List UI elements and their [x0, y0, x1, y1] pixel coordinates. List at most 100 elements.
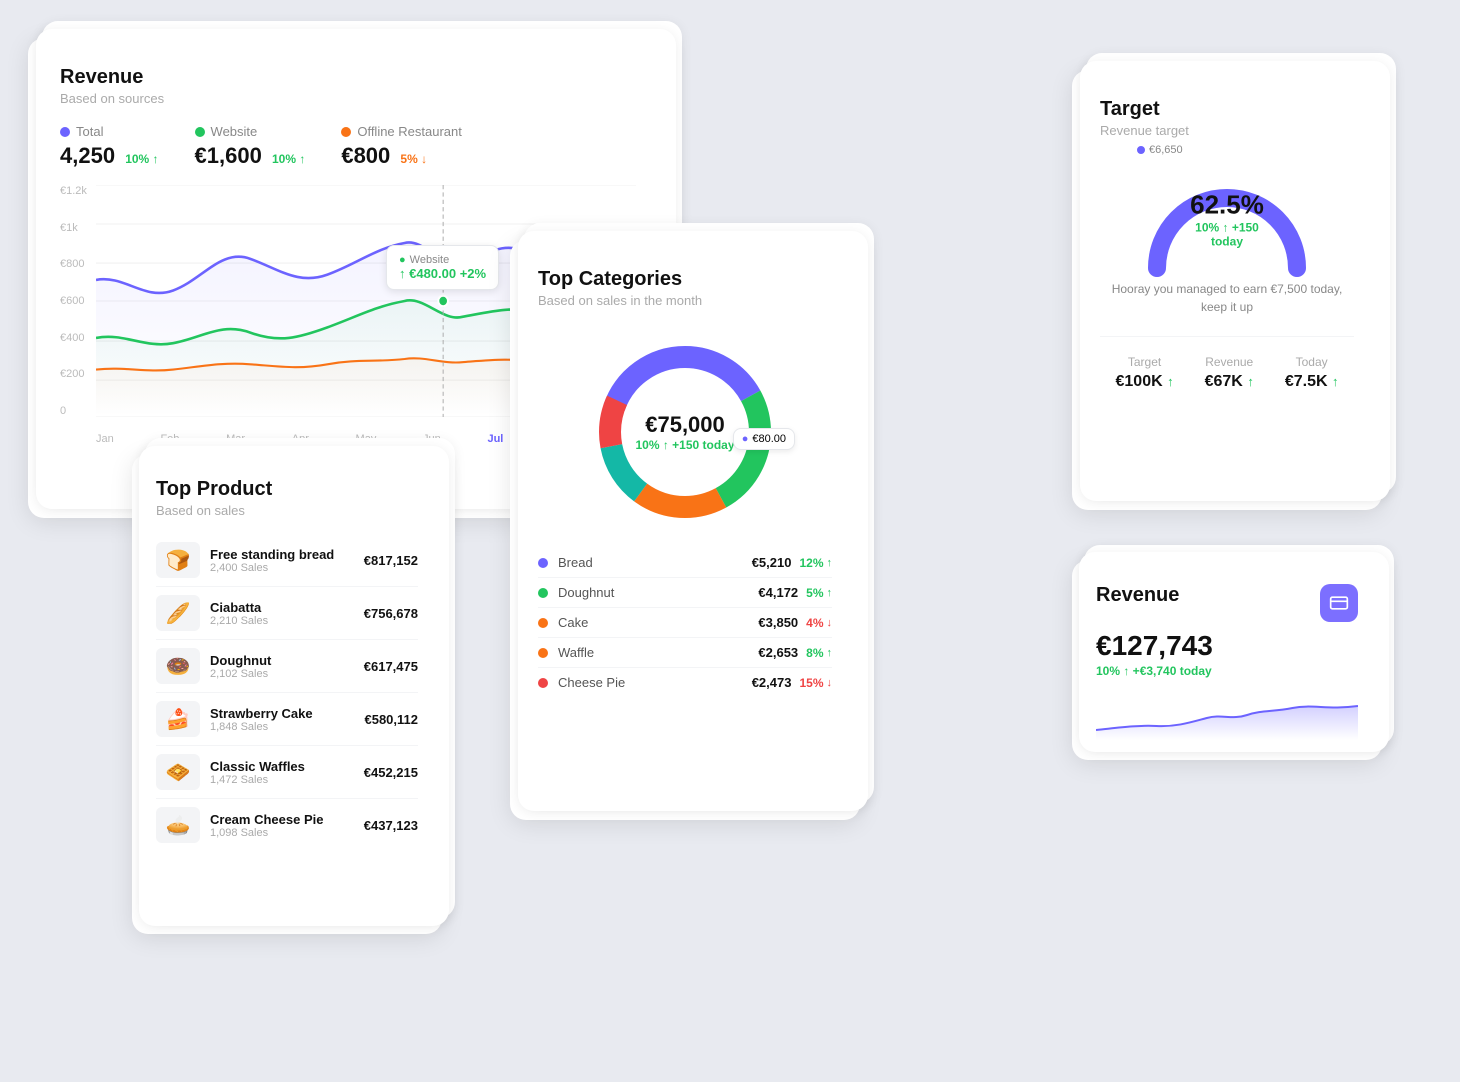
categories-subtitle: Based on sales in the month	[538, 293, 832, 308]
gauge-chart: €6,650 62.5% 10% ↑ +150 today	[1137, 158, 1317, 268]
donut-sub: 10% ↑ +150 today	[635, 438, 734, 452]
gauge-sub: 10% ↑ +150 today	[1182, 220, 1272, 248]
donut-label-bubble: ● €80.00	[733, 428, 795, 450]
product-name: Classic Waffles	[210, 759, 354, 774]
category-dot	[538, 648, 548, 658]
category-arrow: ↑	[827, 647, 833, 659]
category-pct: 15%	[799, 676, 823, 690]
tooltip-label: Website	[410, 254, 450, 266]
revenue-small-card: Revenue €127,743 10% ↑ +€3,740 today	[1072, 560, 1382, 760]
product-subtitle: Based on sales	[156, 503, 418, 518]
product-list: 🍞 Free standing bread 2,400 Sales €817,1…	[156, 534, 418, 851]
product-price: €817,152	[364, 553, 418, 568]
category-value: €2,473	[752, 675, 792, 690]
category-dot	[538, 588, 548, 598]
category-arrow: ↓	[827, 677, 833, 689]
product-name: Free standing bread	[210, 547, 354, 562]
category-pct: 4%	[806, 616, 823, 630]
gauge-dot	[1137, 146, 1145, 154]
metric-website: Website €1,600 10% ↑	[195, 124, 306, 169]
category-list-item: Cake €3,850 4% ↓	[538, 608, 832, 638]
category-list-item: Doughnut €4,172 5% ↑	[538, 578, 832, 608]
product-list-item: 🍰 Strawberry Cake 1,848 Sales €580,112	[156, 693, 418, 746]
category-arrow: ↓	[827, 617, 833, 629]
product-list-item: 🧇 Classic Waffles 1,472 Sales €452,215	[156, 746, 418, 799]
product-price: €437,123	[364, 818, 418, 833]
product-sales: 2,102 Sales	[210, 668, 354, 680]
category-dot	[538, 558, 548, 568]
total-label: Total	[76, 124, 103, 139]
category-name: Cheese Pie	[558, 675, 752, 690]
category-name: Cake	[558, 615, 758, 630]
revenue-metrics: Total 4,250 10% ↑ Website €1,600 10% ↑ O…	[60, 124, 636, 169]
product-name: Strawberry Cake	[210, 706, 354, 721]
category-arrow: ↑	[827, 587, 833, 599]
website-dot	[195, 127, 205, 137]
website-label: Website	[211, 124, 258, 139]
product-info: Doughnut 2,102 Sales	[210, 653, 354, 680]
category-name: Waffle	[558, 645, 758, 660]
category-pct: 12%	[799, 556, 823, 570]
product-thumb: 🧇	[156, 754, 200, 790]
product-name: Ciabatta	[210, 600, 354, 615]
product-info: Free standing bread 2,400 Sales	[210, 547, 354, 574]
product-thumb: 🍩	[156, 648, 200, 684]
chart-tooltip: ● Website ↑ €480.00 +2%	[386, 245, 499, 290]
product-price: €452,215	[364, 765, 418, 780]
product-title: Top Product	[156, 478, 418, 501]
target-metric-revenue: Revenue €67K ↑	[1205, 355, 1254, 391]
product-sales: 2,210 Sales	[210, 615, 354, 627]
website-badge: 10% ↑	[272, 152, 305, 166]
category-arrow: ↑	[827, 557, 833, 569]
category-name: Doughnut	[558, 585, 758, 600]
product-sales: 1,848 Sales	[210, 721, 354, 733]
target-subtitle: Revenue target	[1100, 123, 1354, 138]
target-metric-today: Today €7.5K ↑	[1285, 355, 1339, 391]
category-value: €5,210	[752, 555, 792, 570]
metric-total: Total 4,250 10% ↑	[60, 124, 159, 169]
donut-value: €75,000	[635, 412, 734, 438]
product-sales: 1,098 Sales	[210, 827, 354, 839]
product-list-item: 🍞 Free standing bread 2,400 Sales €817,1…	[156, 534, 418, 587]
small-card-header: Revenue	[1096, 584, 1358, 622]
offline-dot	[341, 127, 351, 137]
product-list-item: 🍩 Doughnut 2,102 Sales €617,475	[156, 640, 418, 693]
metric-offline: Offline Restaurant €800 5% ↓	[341, 124, 462, 169]
website-value: €1,600	[195, 143, 262, 168]
category-pct: 8%	[806, 646, 823, 660]
gauge-label: €6,650	[1149, 144, 1183, 156]
total-value: 4,250	[60, 143, 115, 168]
donut-label: €80.00	[752, 433, 786, 445]
product-price: €617,475	[364, 659, 418, 674]
chart-y-labels: €1.2k €1k €800 €600 €400 €200 0	[60, 185, 87, 417]
small-revenue-title: Revenue	[1096, 584, 1179, 607]
category-list-item: Cheese Pie €2,473 15% ↓	[538, 668, 832, 697]
product-name: Cream Cheese Pie	[210, 812, 354, 827]
product-info: Strawberry Cake 1,848 Sales	[210, 706, 354, 733]
category-dot	[538, 678, 548, 688]
donut-chart: €75,000 10% ↑ +150 today ● €80.00	[585, 332, 785, 532]
offline-label: Offline Restaurant	[357, 124, 462, 139]
product-name: Doughnut	[210, 653, 354, 668]
product-info: Cream Cheese Pie 1,098 Sales	[210, 812, 354, 839]
product-sales: 1,472 Sales	[210, 774, 354, 786]
product-info: Classic Waffles 1,472 Sales	[210, 759, 354, 786]
offline-value: €800	[341, 143, 390, 168]
total-dot	[60, 127, 70, 137]
categories-title: Top Categories	[538, 268, 832, 291]
small-revenue-sub: 10% ↑ +€3,740 today	[1096, 664, 1358, 678]
small-revenue-value: €127,743	[1096, 630, 1358, 662]
product-thumb: 🍰	[156, 701, 200, 737]
offline-badge: 5% ↓	[400, 152, 427, 166]
category-value: €4,172	[758, 585, 798, 600]
target-metrics: Target €100K ↑ Revenue €67K ↑ Today €7.5…	[1100, 336, 1354, 391]
donut-center: €75,000 10% ↑ +150 today	[635, 412, 734, 452]
product-list-item: 🥧 Cream Cheese Pie 1,098 Sales €437,123	[156, 799, 418, 851]
category-list-item: Bread €5,210 12% ↑	[538, 548, 832, 578]
tooltip-value: ↑ €480.00 +2%	[399, 266, 486, 281]
category-value: €3,850	[758, 615, 798, 630]
sparkline	[1096, 690, 1358, 740]
top-categories-card: Top Categories Based on sales in the mon…	[510, 240, 860, 820]
revenue-icon	[1320, 584, 1358, 622]
category-dot	[538, 618, 548, 628]
